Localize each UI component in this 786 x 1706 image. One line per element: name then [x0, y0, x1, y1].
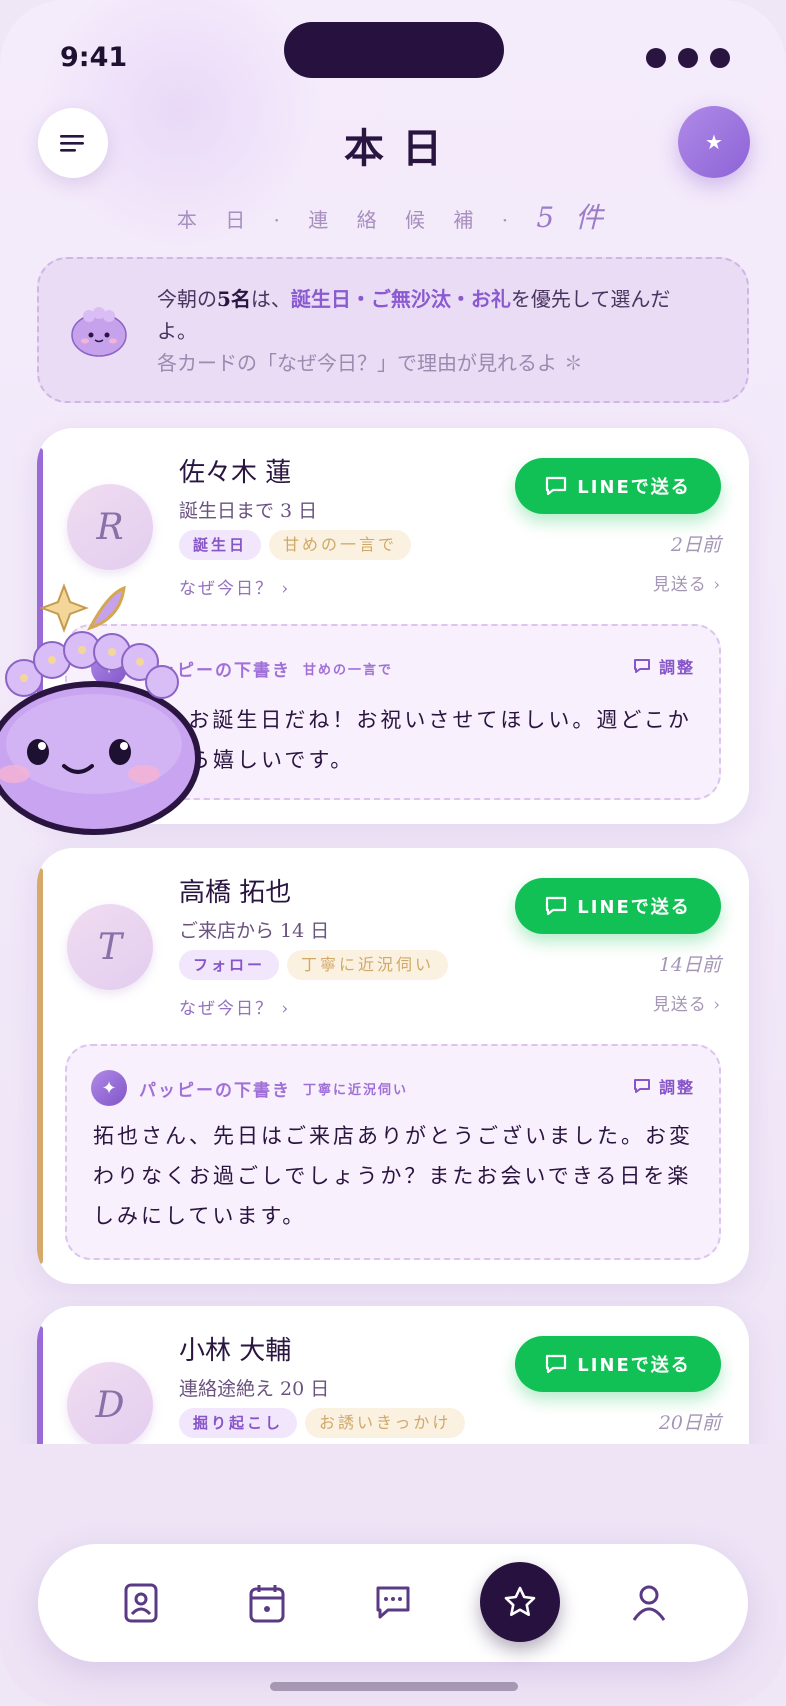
priority-bar — [37, 868, 43, 1264]
candidate-count: 5 件 — [536, 201, 610, 234]
contact-name: 高橋 拓也 — [179, 878, 292, 908]
tag-tone: お誘いきっかけ — [305, 1408, 466, 1438]
draft-tone: 甘めの一言で — [303, 662, 394, 678]
contact-reason: 誕生日まで 3 日 — [179, 500, 318, 522]
avatar[interactable]: R — [67, 484, 153, 570]
info-notice: 今朝の5名は、誕生日・ご無沙汰・お礼を優先して選んだよ。 各カードの「なぜ今日？… — [37, 257, 749, 403]
line-send-button[interactable]: LINEで送る — [515, 458, 721, 514]
skip-link[interactable]: 見送る › — [653, 990, 721, 1015]
tag-category: 掘り起こし — [179, 1408, 298, 1438]
line-send-button[interactable]: LINEで送る — [515, 878, 721, 934]
mascot-character[interactable] — [0, 578, 208, 842]
contact-reason: 連絡途絶え 20 日 — [179, 1378, 330, 1400]
adjust-button[interactable]: 調整 — [633, 1074, 695, 1098]
tag-list: フォロー 丁寧に近況伺い — [179, 950, 449, 980]
nav-profile[interactable] — [624, 1578, 674, 1628]
status-time: 9:41 — [60, 42, 128, 73]
favorite-button[interactable]: ★ — [678, 106, 750, 178]
chat-icon — [376, 1586, 410, 1619]
avatar[interactable]: T — [67, 904, 153, 990]
notice-message: 今朝の5名は、誕生日・ご無沙汰・お礼を優先して選んだよ。 各カードの「なぜ今日？… — [157, 287, 671, 375]
avatar[interactable]: D — [67, 1362, 153, 1444]
subtitle-label: 本 日 · 連 絡 候 補 · — [176, 208, 520, 232]
comment-icon — [633, 1079, 650, 1093]
chat-bubble-icon — [546, 896, 567, 916]
draft-header: ✦ パッピーの下書き 丁寧に近況伺い — [91, 1070, 408, 1106]
draft-label: パッピーの下書き — [139, 1080, 291, 1101]
calendar-icon — [249, 1585, 285, 1623]
nav-contacts[interactable] — [116, 1578, 166, 1628]
phone-screen: 9:41 本日 ★ 本 日 · 連 絡 候 補 · 5 件 今朝の5名は、誕生日… — [0, 0, 786, 1706]
line-send-label: LINEで送る — [577, 477, 691, 498]
sparkle-icon: ✦ — [91, 1070, 127, 1106]
contact-name: 小林 大輔 — [179, 1336, 292, 1366]
contacts-icon — [124, 1583, 158, 1623]
card-clip: D 小林 大輔 連絡途絶え 20 日 掘り起こし お誘いきっかけ LINEで送る… — [0, 1300, 786, 1444]
nav-messages[interactable] — [368, 1578, 418, 1628]
adjust-label: 調整 — [658, 1078, 695, 1097]
star-icon: ★ — [705, 130, 723, 154]
bottom-nav — [38, 1544, 748, 1662]
home-indicator — [270, 1682, 518, 1691]
page-title: 本日 — [344, 125, 460, 172]
dynamic-island — [284, 22, 504, 78]
line-send-button[interactable]: LINEで送る — [515, 1336, 721, 1392]
chat-bubble-icon — [546, 476, 567, 496]
contact-card: D 小林 大輔 連絡途絶え 20 日 掘り起こし お誘いきっかけ LINEで送る… — [37, 1306, 749, 1444]
last-contact: 20日前 — [658, 1412, 721, 1434]
tag-tone: 丁寧に近況伺い — [287, 950, 449, 980]
adjust-button[interactable]: 調整 — [633, 654, 695, 678]
tag-tone: 甘めの一言で — [269, 530, 412, 560]
skip-link[interactable]: 見送る › — [653, 570, 721, 595]
status-indicators — [646, 48, 730, 68]
tag-category: 誕生日 — [179, 530, 262, 560]
tag-category: フォロー — [179, 950, 280, 980]
profile-icon — [632, 1585, 666, 1621]
mascot-icon — [71, 307, 127, 357]
contact-card: T 高橋 拓也 ご来店から 14 日 フォロー 丁寧に近況伺い なぜ今日？ › … — [37, 848, 749, 1284]
nav-today[interactable] — [480, 1562, 560, 1642]
draft-tone: 丁寧に近況伺い — [303, 1082, 409, 1098]
tag-list: 誕生日 甘めの一言で — [179, 530, 412, 560]
nav-calendar[interactable] — [242, 1578, 292, 1628]
priority-bar — [37, 1326, 43, 1444]
contact-reason: ご来店から 14 日 — [179, 920, 330, 942]
page-subtitle: 本 日 · 連 絡 候 補 · 5 件 — [0, 196, 786, 236]
contact-name: 佐々木 蓮 — [179, 458, 292, 488]
line-send-label: LINEで送る — [577, 897, 691, 918]
tag-list: 掘り起こし お誘いきっかけ — [179, 1408, 466, 1438]
line-send-label: LINEで送る — [577, 1355, 691, 1376]
why-today-link[interactable]: なぜ今日？ › — [179, 994, 290, 1019]
draft-box: ✦ パッピーの下書き 丁寧に近況伺い 調整 拓也さん、先日はご来店ありがとうござ… — [65, 1044, 721, 1260]
draft-message[interactable]: 拓也さん、先日はご来店ありがとうございました。お変わりなくお過ごしでしょうか？ま… — [93, 1116, 695, 1236]
comment-icon — [633, 659, 650, 673]
star-icon — [504, 1586, 536, 1616]
chat-bubble-icon — [546, 1354, 567, 1374]
last-contact: 2日前 — [670, 534, 721, 556]
adjust-label: 調整 — [658, 658, 695, 677]
last-contact: 14日前 — [658, 954, 721, 976]
